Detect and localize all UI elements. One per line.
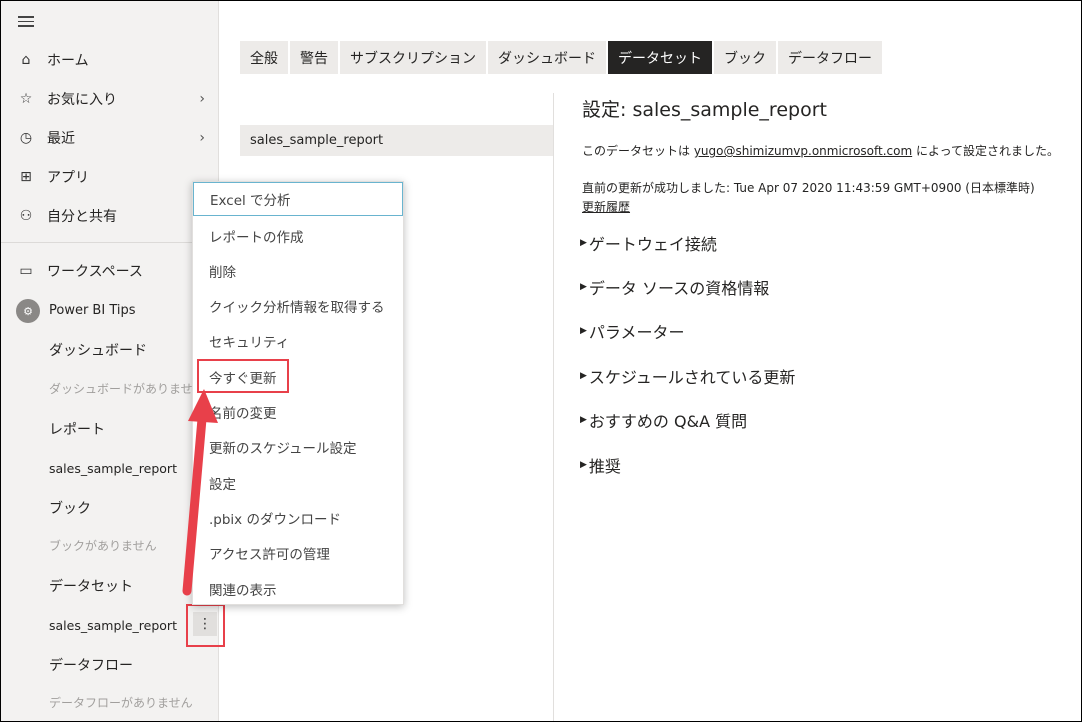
annotation-arrow (182, 389, 218, 596)
arrow-shaft (182, 414, 207, 596)
arrow-head (188, 389, 218, 423)
app-window: ⌂ ホーム ☆ お気に入り › ◷ 最近 › ⊞ アプリ ⚇ 自分と共有 ▭ ワ… (0, 0, 1082, 722)
